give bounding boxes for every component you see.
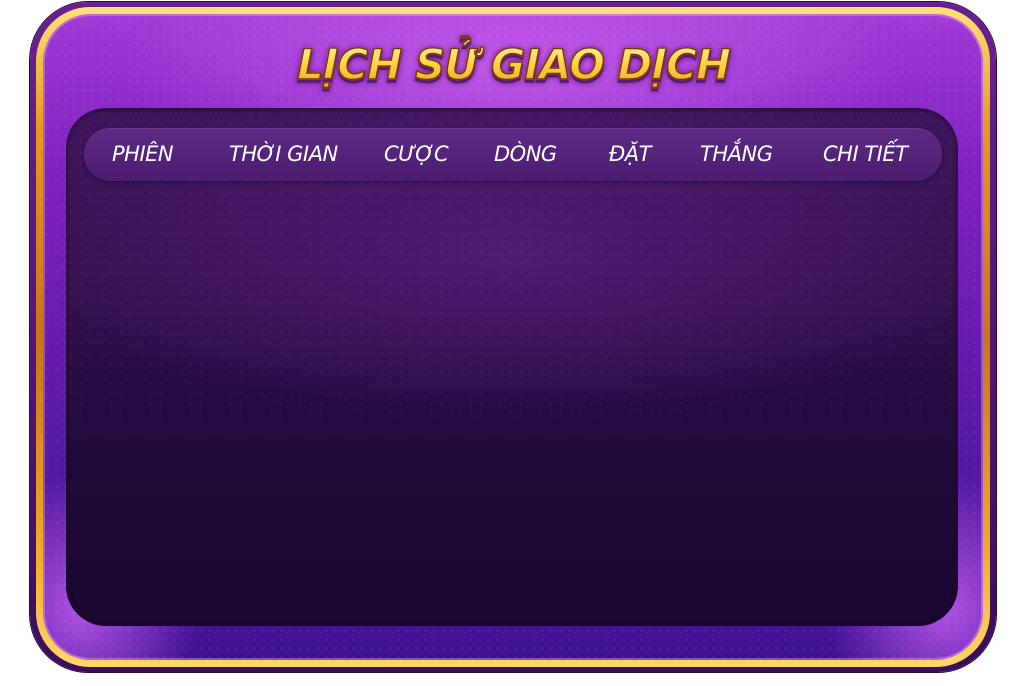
dialog-title: LỊCH SỬ GIAO DỊCH — [0, 39, 1027, 90]
column-header-session: PHIÊN — [112, 142, 174, 166]
column-header-bet: CƯỢC — [384, 142, 449, 166]
history-table-panel — [66, 108, 958, 626]
column-header-lines: DÒNG — [494, 142, 557, 166]
column-header-details: CHI TIẾT — [823, 142, 908, 166]
table-panel-dot-pattern — [66, 108, 958, 626]
column-header-win: THẮNG — [700, 142, 773, 166]
column-header-time: THỜI GIAN — [229, 142, 338, 166]
column-header-placed: ĐẶT — [609, 142, 651, 166]
